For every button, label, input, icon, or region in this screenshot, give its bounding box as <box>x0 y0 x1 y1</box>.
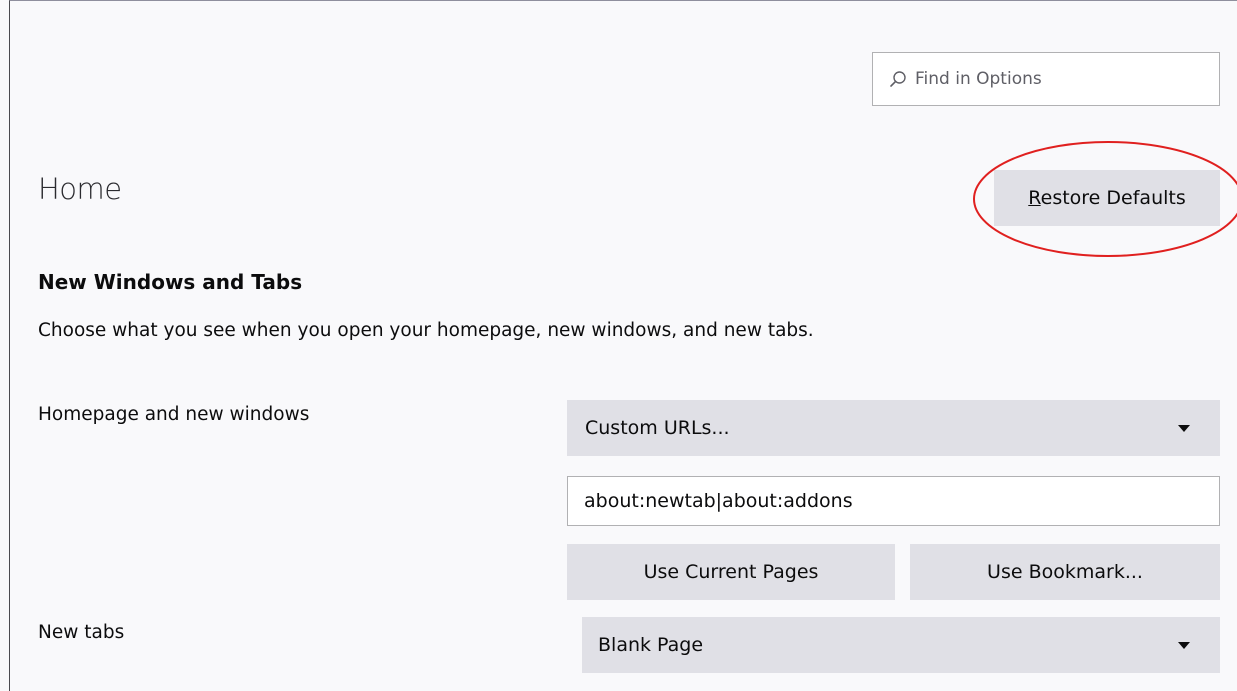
homepage-select[interactable]: Custom URLs... <box>567 400 1220 456</box>
homepage-label: Homepage and new windows <box>38 404 310 425</box>
section-description: Choose what you see when you open your h… <box>38 320 814 341</box>
dropdown-arrow-icon <box>1178 641 1190 649</box>
page-title: Home <box>38 172 122 206</box>
restore-defaults-button[interactable]: Restore Defaults <box>994 170 1220 226</box>
dropdown-arrow-icon <box>1178 424 1190 432</box>
search-input[interactable] <box>915 69 1195 89</box>
search-icon <box>889 70 907 88</box>
section-title: New Windows and Tabs <box>38 270 303 294</box>
new-tabs-select-value: Blank Page <box>598 634 704 656</box>
new-tabs-select[interactable]: Blank Page <box>582 617 1220 673</box>
homepage-select-value: Custom URLs... <box>585 417 730 439</box>
homepage-url-input[interactable] <box>567 476 1220 526</box>
restore-accesskey: R <box>1028 187 1041 209</box>
restore-label: estore Defaults <box>1040 187 1186 209</box>
new-tabs-label: New tabs <box>38 622 125 643</box>
use-current-pages-button[interactable]: Use Current Pages <box>567 544 895 600</box>
search-field[interactable] <box>872 52 1220 106</box>
use-bookmark-button[interactable]: Use Bookmark... <box>910 544 1220 600</box>
